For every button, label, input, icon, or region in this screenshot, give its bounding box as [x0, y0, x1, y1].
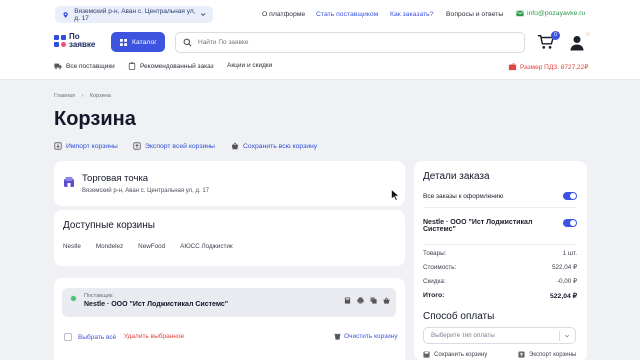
user-icon[interactable] [570, 35, 584, 51]
print-icon[interactable] [357, 297, 364, 304]
chevron-down-icon [200, 13, 206, 17]
wallet-icon [508, 62, 517, 71]
select-all-control[interactable]: Выбрать всё [64, 333, 116, 341]
supplier-actions [344, 297, 396, 304]
order-details-title: Детали заказа [423, 171, 490, 182]
payment-title: Способ оплаты [423, 311, 495, 322]
supplier-name: Nestle · ООО "Ист Лоджистикал Системс" [84, 301, 229, 308]
select-separator [559, 331, 560, 341]
payment-type-select[interactable]: Выберите тип оплаты [423, 327, 576, 344]
store-title: Торговая точка [82, 173, 149, 184]
cart-chip[interactable]: NewFood [138, 243, 165, 250]
divider [423, 244, 577, 245]
top-strip: Вяземский р-н, Аван с. Центральная ул, д… [0, 0, 640, 30]
search-bar[interactable] [175, 32, 525, 53]
mail-icon [516, 10, 524, 17]
email-text: info@pozayavke.ru [527, 10, 586, 17]
logo[interactable]: По заявке [54, 33, 111, 48]
summary-row-cost: Стоимость: 522,04 ₽ [423, 264, 577, 271]
supplier-label: Поставщик: [84, 293, 114, 299]
email-link[interactable]: info@pozayavke.ru [516, 10, 585, 17]
import-icon [54, 142, 62, 150]
page-title: Корзина [54, 108, 136, 130]
select-all-checkbox[interactable] [64, 333, 72, 341]
export-icon [518, 351, 525, 358]
catalog-button[interactable]: Каталог [111, 32, 165, 52]
breadcrumb: Главная › Корзина [54, 93, 116, 99]
cart-chip[interactable]: Nestle [63, 243, 81, 250]
address-text: Вяземский р-н, Аван с. Центральная ул, д… [74, 7, 196, 22]
logo-mark-icon [54, 34, 66, 47]
supplier-order-toggle[interactable] [563, 219, 577, 227]
cart-count-badge: 0 [551, 31, 560, 40]
available-carts-card [54, 210, 405, 266]
available-carts-title: Доступные корзины [63, 220, 155, 231]
export-icon [133, 142, 141, 150]
save-all-button[interactable]: Сохранить всю корзину [231, 142, 317, 150]
search-icon [183, 38, 192, 47]
copy-icon[interactable] [370, 297, 377, 304]
payment-placeholder: Выберите тип оплаты [431, 332, 495, 339]
trash-icon [334, 333, 341, 340]
cart-chip[interactable]: Mondelez [96, 243, 123, 250]
summary-row-discount: Скидка: -0,00 ₽ [423, 278, 577, 285]
supplier-check-indicator[interactable] [70, 295, 77, 302]
clipboard-icon [128, 62, 136, 70]
catalog-label: Каталог [132, 38, 157, 46]
breadcrumb-current: Корзина [89, 93, 111, 99]
basket-icon[interactable] [383, 297, 390, 304]
save-icon [423, 351, 430, 358]
supplier-order-row: Nestle · ООО "Ист Лоджистикал Системс" [423, 219, 577, 233]
summary-row-items: Товары: 1 шт. [423, 250, 577, 257]
grid-icon [120, 38, 127, 46]
subnav-promotions[interactable]: Акции и скидки [227, 62, 272, 69]
supplier-header[interactable]: Поставщик: Nestle · ООО "Ист Лоджистикал… [62, 288, 396, 317]
divider [423, 207, 577, 208]
import-cart-button[interactable]: Импорт корзины [54, 142, 118, 150]
save-cart-button[interactable]: Сохранить корзину [423, 351, 487, 358]
delete-selected-button[interactable]: Удалить выбранное [124, 333, 184, 340]
link-become-supplier[interactable]: Стать поставщиком [316, 11, 378, 18]
save-basket-icon [231, 142, 239, 150]
mouse-cursor-icon [391, 189, 399, 201]
store-icon [64, 177, 74, 187]
logo-text: По заявке [69, 32, 96, 49]
export-all-button[interactable]: Экспорт всей корзины [133, 142, 215, 150]
pdz-text: Размер ПДЗ: 8727,22₽ [520, 63, 589, 71]
address-selector[interactable]: Вяземский р-н, Аван с. Центральная ул, д… [55, 6, 213, 23]
all-to-checkout-label: Все заказы к оформлению [423, 192, 504, 200]
breadcrumb-separator: › [81, 93, 84, 99]
cart-chip[interactable]: АЮСС Лоджистик [180, 243, 233, 250]
truck-icon [54, 63, 62, 70]
user-badge: ☆ [585, 32, 591, 38]
summary-row-total: Итого: 522,04 ₽ [423, 292, 577, 300]
link-about[interactable]: О платформе [262, 11, 305, 18]
subnav-all-suppliers[interactable]: Все поставщики [54, 62, 115, 70]
available-carts-list: Nestle Mondelez NewFood АЮСС Лоджистик [63, 243, 248, 250]
clear-cart-button[interactable]: Очистить корзину [334, 333, 398, 340]
link-how-to-order[interactable]: Как заказать? [390, 11, 434, 18]
supplier-order-name: Nestle · ООО "Ист Лоджистикал Системс" [423, 219, 533, 233]
subnav-recommended-order[interactable]: Рекомендованный заказ [128, 62, 214, 70]
location-pin-icon [63, 11, 68, 18]
chevron-down-icon [564, 334, 570, 338]
pdz-indicator[interactable]: Размер ПДЗ: 8727,22₽ [508, 62, 588, 71]
link-faq[interactable]: Вопросы и ответы [446, 11, 503, 18]
breadcrumb-home[interactable]: Главная [54, 93, 75, 99]
all-to-checkout-row: Все заказы к оформлению [423, 192, 577, 200]
all-to-checkout-toggle[interactable] [563, 192, 577, 200]
store-address: Вяземский р-н, Аван с. Центральная ул, д… [82, 188, 209, 194]
search-input[interactable] [198, 39, 498, 46]
calculator-icon[interactable] [344, 297, 351, 304]
export-cart-button[interactable]: Экспорт корзины [518, 351, 576, 358]
